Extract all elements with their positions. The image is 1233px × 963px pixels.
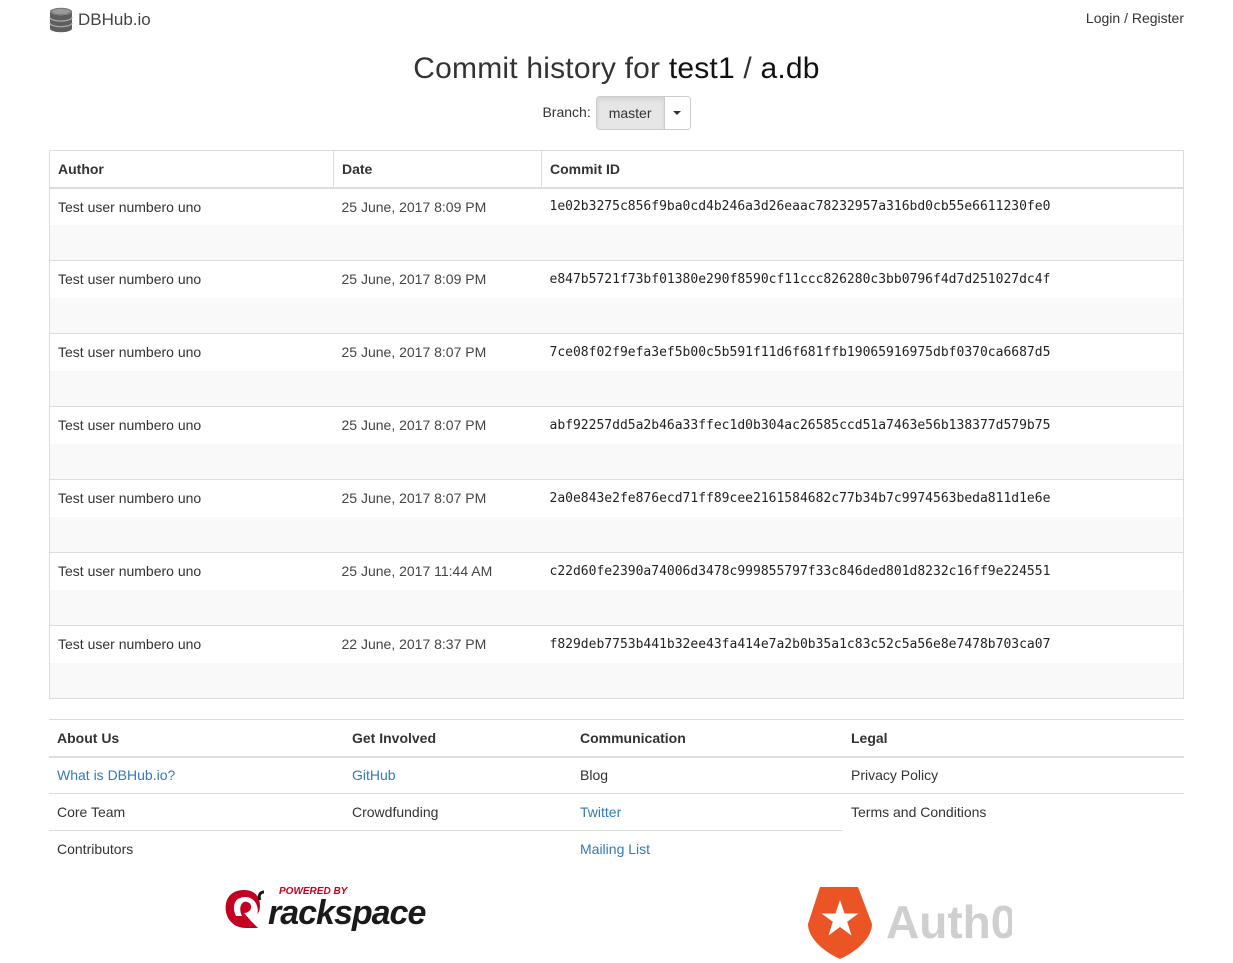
commit-message [49,589,1184,626]
blog-link[interactable]: Blog [580,767,608,783]
title-prefix: Commit history for [413,52,661,85]
page-title: Commit history for test1 / a.db [0,52,1233,86]
footer-heading-about: About Us [49,719,344,758]
commit-message [49,662,1184,699]
commit-message-row [49,589,1184,626]
table-row: Test user numbero uno 25 June, 2017 8:09… [49,260,1184,298]
owner-link[interactable]: test1 [669,52,735,85]
register-link[interactable]: Register [1132,10,1184,26]
twitter-link[interactable]: Twitter [580,804,621,820]
rackspace-logo-graphic: POWERED BY rackspace [225,886,426,932]
footer-heading-row: About Us Get Involved Communication Lega… [49,719,1184,758]
commit-author: Test user numbero uno [49,625,334,663]
commit-message [49,370,1184,407]
table-row: Test user numbero uno 25 June, 2017 11:4… [49,552,1184,590]
database-icon [49,7,73,33]
footer-row: What is DBHub.io? GitHub Blog Privacy Po… [49,756,1184,794]
crowdfunding-link[interactable]: Crowdfunding [352,804,438,820]
branch-dropdown-toggle[interactable] [664,97,690,129]
commit-id-link[interactable]: c22d60fe2390a74006d3478c999855797f33c846… [541,552,1184,590]
auth-separator: / [1124,10,1128,26]
auth0-logo-graphic: Auth0 [808,887,1016,959]
github-link[interactable]: GitHub [352,767,396,783]
auth0-shield-icon [808,887,872,959]
login-link[interactable]: Login [1086,10,1120,26]
table-row: Test user numbero uno 22 June, 2017 8:37… [49,625,1184,663]
commit-author: Test user numbero uno [49,552,334,590]
commit-message-row [49,370,1184,407]
table-row: Test user numbero uno 25 June, 2017 8:07… [49,333,1184,371]
database-link[interactable]: a.db [761,52,820,85]
rackspace-wordmark: rackspace [268,894,425,932]
commit-message-row [49,516,1184,553]
table-header-row: Author Date Commit ID [49,150,1184,189]
terms-link[interactable]: Terms and Conditions [851,804,986,820]
auth0-logo[interactable]: Auth0 [806,884,1016,960]
table-row: Test user numbero uno 25 June, 2017 8:07… [49,406,1184,444]
commit-author: Test user numbero uno [49,479,334,517]
footer-row: Core Team Crowdfunding Twitter Terms and… [49,793,1184,831]
commit-id-link[interactable]: e847b5721f73bf01380e290f8590cf11ccc82628… [541,260,1184,298]
core-team-link[interactable]: Core Team [57,804,125,820]
commit-message [49,297,1184,334]
commit-message-row [49,443,1184,480]
commit-author: Test user numbero uno [49,333,334,371]
mailing-list-link[interactable]: Mailing List [580,841,650,857]
rackspace-logo[interactable]: POWERED BY rackspace [224,884,428,934]
commit-id-link[interactable]: 7ce08f02f9efa3ef5b00c5b591f11d6f681ffb19… [541,333,1184,371]
table-row: Test user numbero uno 25 June, 2017 8:07… [49,479,1184,517]
privacy-policy-link[interactable]: Privacy Policy [851,767,938,783]
commit-author: Test user numbero uno [49,260,334,298]
branch-dropdown[interactable]: master [595,96,691,130]
commit-message [49,443,1184,480]
footer-row: Contributors Mailing List [49,830,1184,868]
table-row: Test user numbero uno 25 June, 2017 8:09… [49,187,1184,225]
branch-selector-row: Branch: master [0,96,1233,130]
commit-id-link[interactable]: f829deb7753b441b32ee43fa414e7a2b0b35a1c8… [541,625,1184,663]
commit-id-link[interactable]: 1e02b3275c856f9ba0cd4b246a3d26eaac782329… [541,187,1184,225]
branch-value[interactable]: master [596,97,665,129]
contributors-link[interactable]: Contributors [57,841,133,857]
auth-links: Login / Register [1086,10,1184,26]
commit-message-row [49,224,1184,261]
commit-date: 25 June, 2017 8:07 PM [333,406,542,444]
header-date: Date [333,150,542,189]
footer-heading-communication: Communication [572,719,843,758]
commit-author: Test user numbero uno [49,406,334,444]
commit-message-row [49,662,1184,699]
auth0-wordmark: Auth0 [886,896,1012,948]
rackspace-flame-icon [225,890,265,928]
branch-label: Branch: [542,104,591,120]
commit-id-link[interactable]: 2a0e843e2fe876ecd71ff89cee2161584682c77b… [541,479,1184,517]
header-commit-id: Commit ID [541,150,1184,189]
commit-message [49,224,1184,261]
commit-history-table: Author Date Commit ID Test user numbero … [49,150,1184,699]
commit-date: 25 June, 2017 11:44 AM [333,552,542,590]
commit-message [49,516,1184,553]
header-author: Author [49,150,334,189]
commit-date: 25 June, 2017 8:07 PM [333,479,542,517]
footer-heading-legal: Legal [843,719,1184,758]
commit-date: 25 June, 2017 8:07 PM [333,333,542,371]
caret-down-icon [673,111,682,115]
commit-message-row [49,297,1184,334]
brand-logo[interactable]: DBHub.io [49,7,151,33]
title-slash: / [743,52,752,85]
brand-name: DBHub.io [78,10,151,29]
commit-author: Test user numbero uno [49,187,334,225]
site-footer: About Us Get Involved Communication Lega… [49,719,1184,868]
commit-date: 25 June, 2017 8:09 PM [333,187,542,225]
commit-id-link[interactable]: abf92257dd5a2b46a33ffec1d0b304ac26585ccd… [541,406,1184,444]
commit-date: 25 June, 2017 8:09 PM [333,260,542,298]
what-is-dbhub-link[interactable]: What is DBHub.io? [57,767,175,783]
commit-date: 22 June, 2017 8:37 PM [333,625,542,663]
footer-heading-involved: Get Involved [344,719,572,758]
